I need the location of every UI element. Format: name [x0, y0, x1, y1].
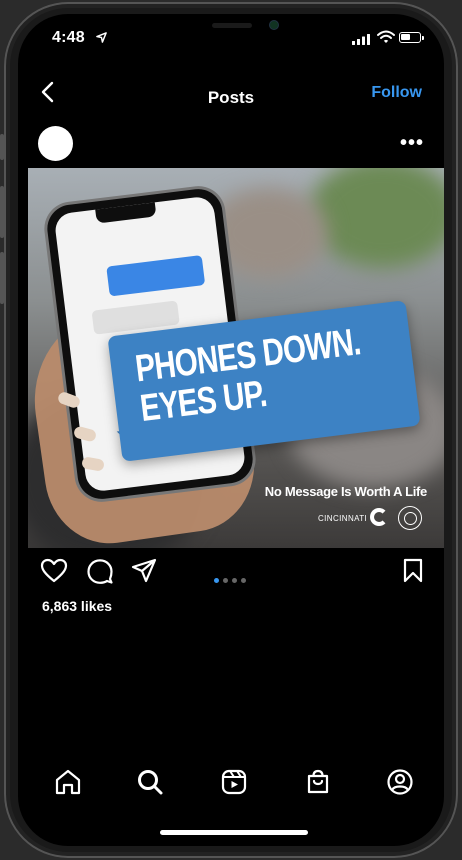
background-foliage: [308, 168, 444, 268]
carousel-dot-active: [214, 578, 219, 583]
post-actions: [18, 558, 444, 590]
post-header: •••: [18, 126, 444, 162]
seal-logo-icon: [398, 506, 422, 530]
follow-button[interactable]: Follow: [371, 84, 422, 102]
banner-text: PHONES DOWN. EYES UP.: [133, 321, 367, 430]
home-indicator[interactable]: [160, 830, 308, 835]
profile-icon[interactable]: [386, 768, 414, 796]
likes-count[interactable]: 6,863 likes: [42, 598, 112, 614]
status-time: 4:48: [52, 29, 85, 46]
reels-icon[interactable]: [220, 768, 248, 796]
comment-icon[interactable]: [86, 558, 114, 584]
post-image[interactable]: PHONES DOWN. EYES UP. No Message Is Wort…: [28, 168, 444, 548]
volume-down-button: [0, 252, 4, 304]
top-nav: Posts Follow: [18, 74, 444, 118]
location-arrow-icon: [96, 32, 107, 43]
shop-icon[interactable]: [304, 768, 332, 796]
carousel-dot: [223, 578, 228, 583]
bookmark-icon[interactable]: [402, 558, 424, 584]
volume-up-button: [0, 186, 4, 238]
city-logo-icon: [370, 508, 388, 526]
screen: 4:48 Posts Follow ••• PHONES DOWN. EYES …: [18, 14, 444, 846]
carousel-dot: [241, 578, 246, 583]
search-icon[interactable]: [136, 768, 164, 796]
wifi-icon: [377, 30, 395, 43]
cellular-signal-icon: [352, 34, 370, 45]
city-logo-text: CINCINNATI: [318, 514, 368, 523]
carousel-indicator: [214, 570, 250, 588]
speaker: [212, 23, 252, 28]
bottom-tab-bar: [18, 768, 444, 804]
carousel-dot: [232, 578, 237, 583]
send-icon[interactable]: [130, 558, 158, 584]
more-horizontal-icon[interactable]: •••: [400, 132, 424, 155]
home-icon[interactable]: [54, 768, 82, 796]
front-camera: [270, 21, 278, 29]
blue-message-bubble: [106, 255, 206, 297]
heart-icon[interactable]: [40, 558, 68, 584]
avatar[interactable]: [38, 126, 73, 161]
notch: [134, 14, 328, 44]
battery-icon: [399, 32, 424, 43]
tagline: No Message Is Worth A Life: [264, 484, 428, 499]
mute-switch: [0, 134, 4, 160]
